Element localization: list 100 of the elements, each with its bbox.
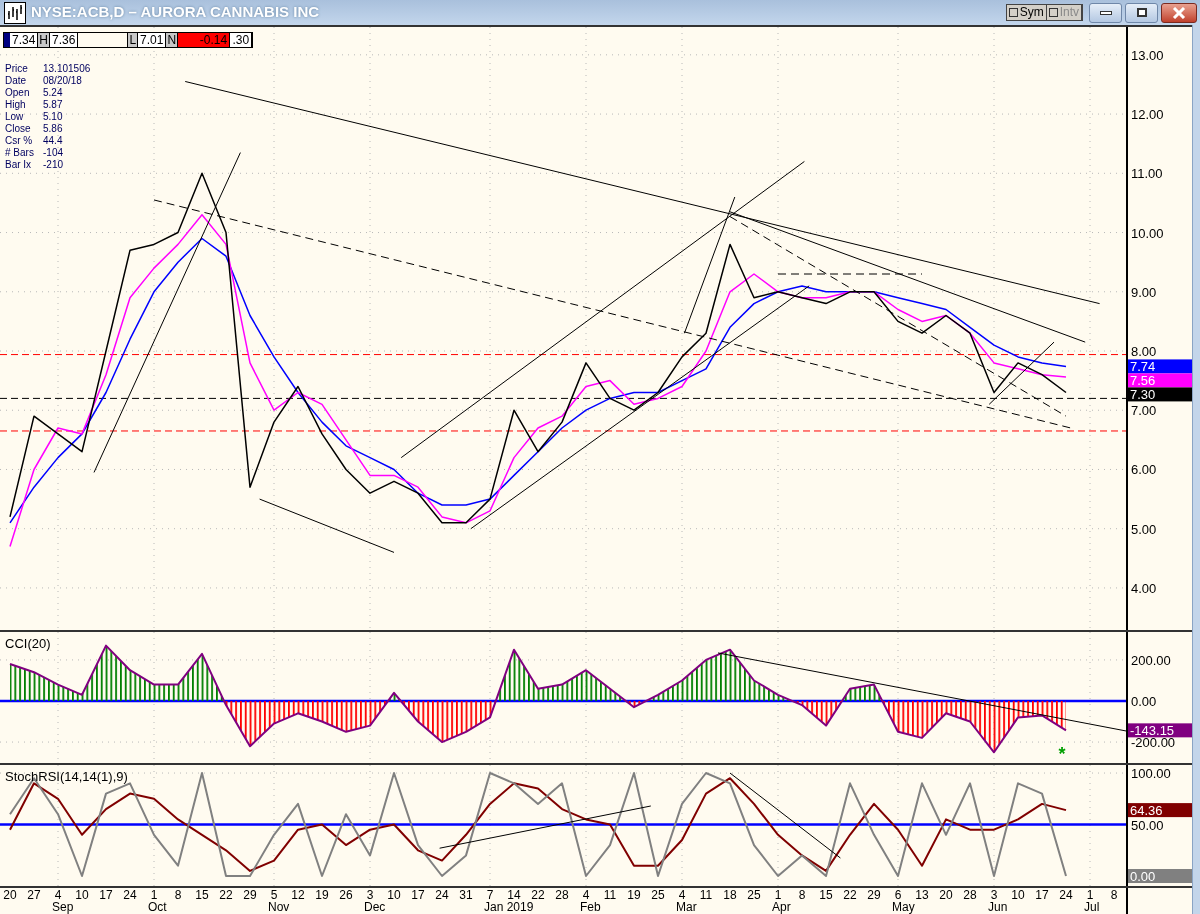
date-label: 27 xyxy=(27,888,41,902)
date-label: 10 xyxy=(1011,888,1025,902)
month-label: Jan 2019 xyxy=(484,900,534,914)
date-label: 3 xyxy=(990,888,998,902)
date-label: 22 xyxy=(219,888,233,902)
checkbox[interactable] xyxy=(1008,8,1018,17)
date-label: 18 xyxy=(723,888,737,902)
date-label: 1 xyxy=(150,888,158,902)
info-value: 44.4 xyxy=(43,135,64,147)
axis-tick-label: 5.00 xyxy=(1131,521,1157,537)
date-label: 8 xyxy=(798,888,806,902)
month-label: Jul xyxy=(1084,900,1100,914)
date-label: 5 xyxy=(270,888,278,902)
quote-value: 7.34 xyxy=(10,33,39,47)
maximize-icon xyxy=(1136,8,1147,17)
date-label: 28 xyxy=(555,888,569,902)
quote-value: .30 xyxy=(230,33,253,47)
panel-title: CCI(20) xyxy=(5,636,51,651)
value-tag: 7.56 xyxy=(1128,373,1192,389)
date-label: 25 xyxy=(651,888,665,902)
date-label: 6 xyxy=(894,888,902,902)
toggle-button[interactable]: Sym xyxy=(1006,5,1047,20)
info-label: Bar Ix xyxy=(5,159,33,171)
quote-value: 7.36 xyxy=(50,33,79,47)
info-label: Open xyxy=(5,87,31,99)
value-tag: 7.74 xyxy=(1128,359,1192,375)
info-label: # Bars xyxy=(5,147,35,159)
date-label: 29 xyxy=(867,888,881,902)
axis-tick-label: 10.00 xyxy=(1131,225,1164,241)
bar-chart-icon xyxy=(4,1,26,24)
info-label: Price xyxy=(5,63,29,75)
date-label: 4 xyxy=(54,888,62,902)
date-label: 14 xyxy=(507,888,521,902)
info-value: 5.86 xyxy=(43,123,64,135)
info-label: Csr % xyxy=(5,135,34,147)
date-label: 19 xyxy=(627,888,641,902)
axis-tick-label: 4.00 xyxy=(1131,580,1157,596)
date-label: 15 xyxy=(195,888,209,902)
change-value: -0.14 xyxy=(178,33,231,47)
value-tag: 7.30 xyxy=(1128,387,1192,403)
month-label: Feb xyxy=(580,900,601,914)
date-label: 20 xyxy=(939,888,953,902)
quote-field-label: H xyxy=(38,33,51,47)
info-label: Low xyxy=(5,111,25,123)
date-label: 10 xyxy=(387,888,401,902)
date-label: 17 xyxy=(1035,888,1049,902)
date-label: 17 xyxy=(411,888,425,902)
axis-tick-label: 9.00 xyxy=(1131,284,1157,300)
value-tag: 0.00 xyxy=(1128,869,1192,884)
star-marker: * xyxy=(1058,744,1066,763)
date-label: 11 xyxy=(699,888,713,902)
date-label: 24 xyxy=(1059,888,1073,902)
quote-value: 7.01 xyxy=(138,33,167,47)
date-label: 4 xyxy=(678,888,686,902)
axis-tick-label: 7.00 xyxy=(1131,403,1157,419)
info-value: -104 xyxy=(43,147,64,159)
date-label: 25 xyxy=(747,888,761,902)
info-value: 5.87 xyxy=(43,99,64,111)
date-label: 28 xyxy=(963,888,977,902)
close-icon xyxy=(1172,6,1186,19)
date-label: 1 xyxy=(774,888,782,902)
date-label: 8 xyxy=(1110,888,1118,902)
close-button[interactable] xyxy=(1161,2,1197,23)
axis-tick-label: 0.00 xyxy=(1131,694,1157,709)
month-label: Nov xyxy=(268,900,290,914)
value-tag: -143.15 xyxy=(1128,723,1192,739)
axis-tick-label: 100.00 xyxy=(1131,766,1171,782)
month-label: Oct xyxy=(148,900,167,914)
date-label: 10 xyxy=(75,888,89,902)
date-label: 19 xyxy=(315,888,329,902)
date-label: 17 xyxy=(99,888,113,902)
date-label: 12 xyxy=(291,888,305,902)
minimize-icon xyxy=(1099,10,1112,15)
axis-tick-label: 200.00 xyxy=(1131,652,1171,668)
axis-tick-label: 13.00 xyxy=(1131,47,1164,63)
month-label: Sep xyxy=(52,900,74,914)
date-label: 4 xyxy=(582,888,590,902)
date-label: 3 xyxy=(366,888,374,902)
axis-tick-label: 50.00 xyxy=(1131,817,1164,833)
date-label: 15 xyxy=(819,888,833,902)
panel-title: StochRSI(14,14(1),9) xyxy=(5,769,128,784)
axis-tick-label: 8.00 xyxy=(1131,344,1157,359)
maximize-button[interactable] xyxy=(1125,2,1158,23)
date-label: 26 xyxy=(339,888,353,902)
quote-field-label: N xyxy=(166,33,179,47)
date-label: 20 xyxy=(3,888,17,902)
info-label: Close xyxy=(5,123,32,135)
date-label: 31 xyxy=(459,888,473,902)
value-tag: 64.36 xyxy=(1128,803,1192,819)
minimize-button[interactable] xyxy=(1089,2,1122,23)
toggle-label: Intv xyxy=(1059,6,1079,19)
date-label: 11 xyxy=(603,888,617,902)
month-label: May xyxy=(892,900,915,914)
toggle-label: Sym xyxy=(1019,6,1044,19)
info-value: 5.10 xyxy=(43,111,64,123)
month-label: Dec xyxy=(364,900,386,914)
info-value: 08/20/18 xyxy=(43,75,83,87)
info-label: High xyxy=(5,99,27,111)
info-value: -210 xyxy=(43,159,64,171)
info-label: Date xyxy=(5,75,28,87)
